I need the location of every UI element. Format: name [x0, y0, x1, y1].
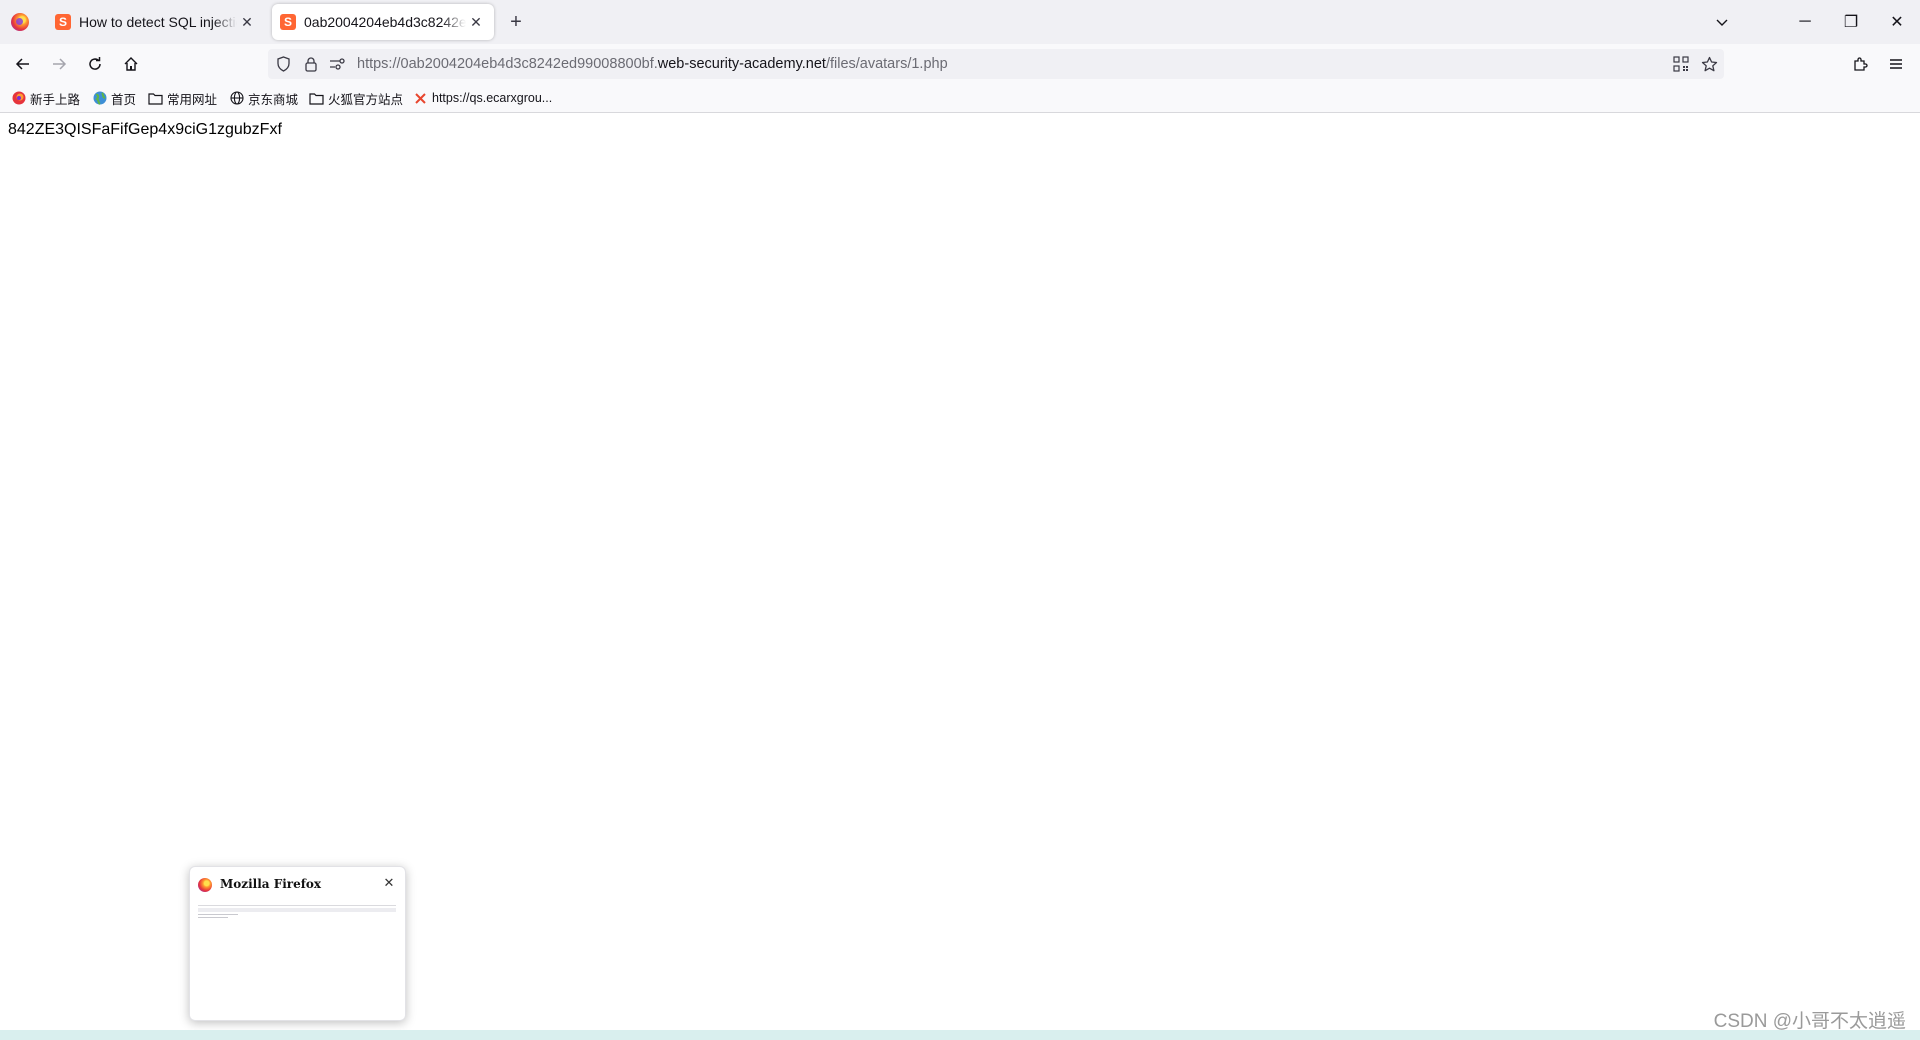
- folder-icon: [309, 91, 324, 106]
- minimize-button[interactable]: ─: [1782, 0, 1828, 44]
- menu-button[interactable]: [1882, 50, 1910, 78]
- back-button[interactable]: [9, 50, 37, 78]
- bookmarks-toolbar: 新手上路 首页 常用网址 京东商城 火狐官方站点 https://qs.ecar…: [0, 84, 1920, 113]
- home-icon: [124, 57, 138, 71]
- url-text[interactable]: https://0ab2004204eb4d3c8242ed99008800bf…: [357, 49, 948, 79]
- navigation-toolbar: https://0ab2004204eb4d3c8242ed99008800bf…: [0, 44, 1920, 84]
- taskbar-strip: [0, 1030, 1920, 1040]
- page-body-text: 842ZE3QISFaFifGep4x9ciG1zgubzFxf: [8, 121, 282, 138]
- chevron-down-icon: [1716, 19, 1728, 26]
- list-all-tabs-button[interactable]: [1710, 10, 1734, 34]
- reload-icon: [89, 57, 101, 70]
- x-mark-icon: [413, 91, 428, 106]
- url-path: /files/avatars/1.php: [825, 56, 948, 72]
- close-tab-icon[interactable]: ✕: [237, 12, 257, 32]
- firefox-logo-icon: [198, 878, 212, 892]
- restore-button[interactable]: ❐: [1828, 0, 1874, 44]
- forward-button[interactable]: [45, 50, 73, 78]
- bookmark-label: 首页: [111, 92, 137, 107]
- bookmark-label: https://qs.ecarxgrou...: [432, 91, 553, 105]
- bookmark-label: 新手上路: [30, 92, 81, 107]
- preview-title: Mozilla Firefox: [220, 877, 322, 891]
- tab-title: 0ab2004204eb4d3c8242ed99008800bf.web-sec…: [304, 14, 466, 30]
- bookmark-label: 火狐官方站点: [328, 92, 404, 107]
- close-tab-icon[interactable]: ✕: [466, 12, 486, 32]
- tab-strip: S How to detect SQL injection ✕ S 0ab200…: [0, 0, 1920, 44]
- hamburger-menu-icon: [1890, 59, 1902, 69]
- url-bar[interactable]: https://0ab2004204eb4d3c8242ed99008800bf…: [268, 49, 1724, 79]
- tab-title: How to detect SQL injection: [79, 14, 237, 30]
- firefox-logo-icon[interactable]: [11, 13, 29, 31]
- home-button[interactable]: [117, 50, 145, 78]
- portswigger-favicon-icon: S: [280, 14, 296, 30]
- qr-code-icon[interactable]: [1671, 54, 1691, 74]
- globe-colored-icon: [92, 91, 107, 106]
- csdn-watermark: CSDN @小哥不太逍遥: [1713, 1011, 1906, 1032]
- taskbar-window-preview[interactable]: Mozilla Firefox ✕: [189, 866, 406, 1021]
- bookmark-star-icon[interactable]: [1699, 54, 1719, 74]
- tab-sql-injection[interactable]: S How to detect SQL injection ✕: [47, 4, 265, 40]
- reload-button[interactable]: [81, 50, 109, 78]
- bookmark-label: 京东商城: [248, 92, 299, 107]
- bookmark-home[interactable]: 首页: [92, 88, 136, 108]
- preview-thumbnail: [198, 905, 396, 919]
- folder-icon: [148, 91, 163, 106]
- bookmark-ecarx[interactable]: https://qs.ecarxgrou...: [413, 88, 552, 108]
- puzzle-icon: [1854, 57, 1868, 71]
- bookmark-folder-common[interactable]: 常用网址: [148, 88, 217, 108]
- close-preview-icon[interactable]: ✕: [381, 875, 397, 891]
- bookmark-jd[interactable]: 京东商城: [229, 88, 298, 108]
- bookmark-folder-firefox[interactable]: 火狐官方站点: [309, 88, 403, 108]
- bookmark-label: 常用网址: [167, 92, 218, 107]
- arrow-right-icon: [53, 58, 67, 70]
- arrow-left-icon: [15, 58, 29, 70]
- globe-icon: [229, 91, 244, 106]
- bookmark-newbie[interactable]: 新手上路: [11, 88, 80, 108]
- extensions-button[interactable]: [1846, 50, 1874, 78]
- tab-avatar-php[interactable]: S 0ab2004204eb4d3c8242ed99008800bf.web-s…: [272, 4, 494, 40]
- lock-icon[interactable]: [301, 54, 321, 74]
- firefox-icon: [11, 91, 26, 106]
- permissions-icon[interactable]: [327, 54, 347, 74]
- url-host: web-security-academy.net: [657, 56, 826, 72]
- url-prefix: https://0ab2004204eb4d3c8242ed99008800bf…: [357, 56, 658, 72]
- close-window-button[interactable]: ✕: [1874, 0, 1920, 44]
- tracking-protection-shield-icon[interactable]: [273, 54, 293, 74]
- new-tab-button[interactable]: +: [504, 10, 528, 34]
- portswigger-favicon-icon: S: [55, 14, 71, 30]
